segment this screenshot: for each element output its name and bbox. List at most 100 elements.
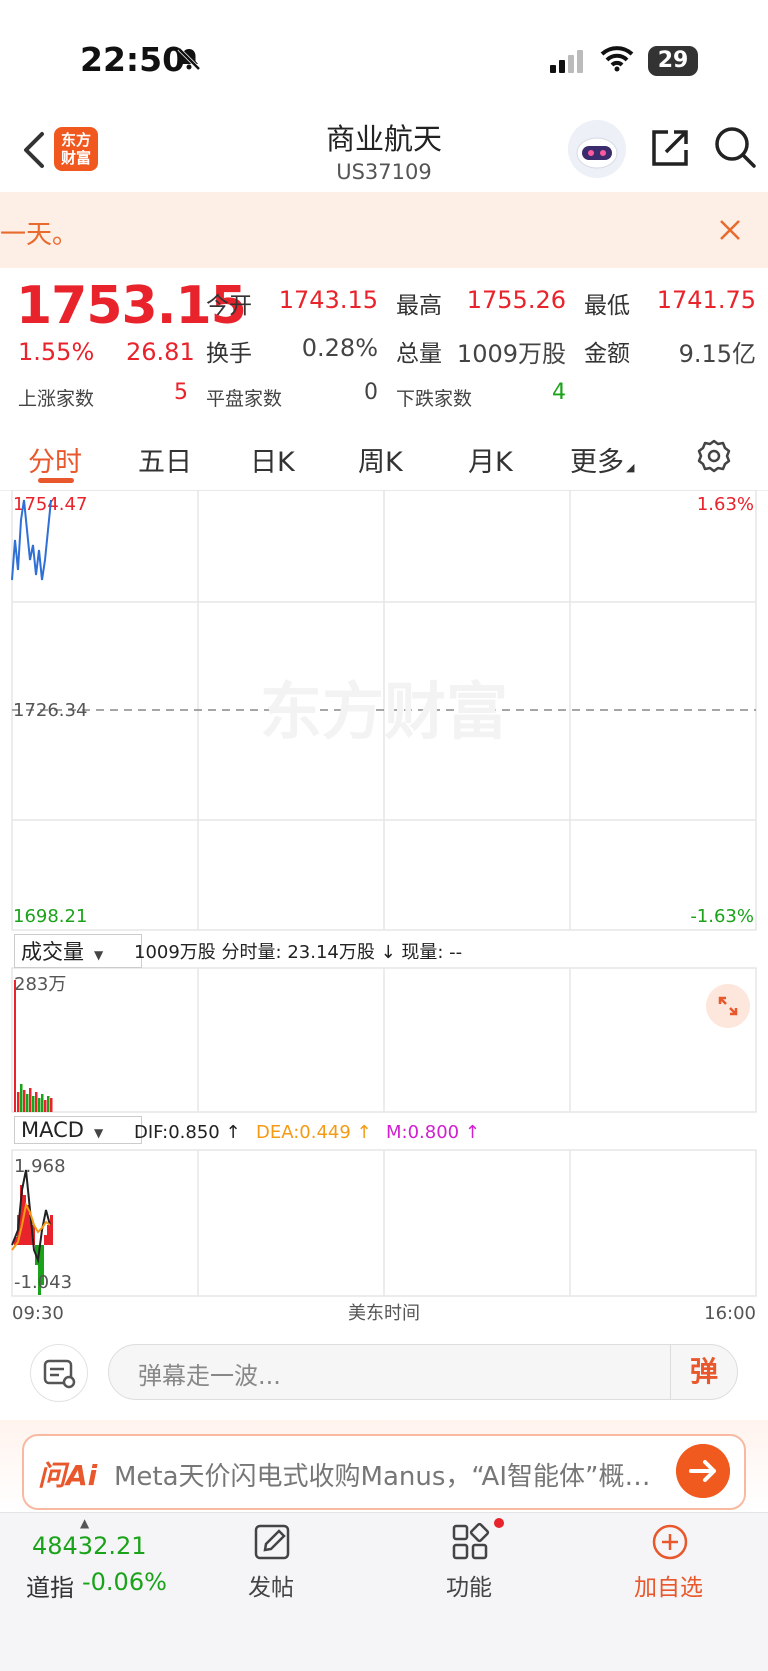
gear-icon[interactable] [696, 438, 732, 474]
macd-m-value: M:0.800 ↑ [386, 1122, 480, 1143]
tab-five-day[interactable]: 五日 [138, 440, 192, 479]
volume-indicator-selector[interactable]: 成交量 ▼ [14, 934, 142, 968]
high-value: 1755.26 [466, 286, 566, 314]
volume-max-label: 283万 [14, 974, 66, 995]
index-value[interactable]: 48432.21 [32, 1532, 147, 1560]
nav-post[interactable]: 发帖 [248, 1568, 294, 1602]
comment-list-icon[interactable] [30, 1344, 88, 1402]
volume-bar [26, 1094, 29, 1112]
caret-up-icon: ▲ [80, 1516, 90, 1530]
notice-banner-text: 一天。 [0, 220, 79, 250]
active-tab-indicator [38, 478, 74, 483]
tab-monthly-k[interactable]: 月K [468, 440, 513, 479]
volume-bar [20, 1084, 23, 1112]
tab-intraday[interactable]: 分时 [28, 440, 82, 479]
notification-dot [494, 1518, 504, 1528]
volume-bar [35, 1092, 38, 1112]
volume-bar [14, 980, 16, 1112]
expand-icon[interactable] [706, 984, 750, 1028]
change-amount: 26.81 [126, 338, 195, 366]
notice-banner[interactable] [0, 192, 768, 268]
volume-value: 1009万股 [456, 340, 566, 368]
wifi-icon [600, 46, 634, 72]
volume-bars [14, 980, 53, 1112]
pct-bottom-label: -1.63% [690, 906, 754, 927]
edit-post-icon[interactable] [252, 1522, 292, 1562]
macd-top-label: 1.968 [14, 1156, 66, 1177]
turnover-value: 0.28% [301, 334, 378, 362]
tab-weekly-k[interactable]: 周K [358, 440, 403, 479]
intraday-chart[interactable]: 东方财富 1754.47 1.63% 1726.34 1698.21 -1.63… [0, 490, 768, 1324]
macd-dea-value: DEA:0.449 ↑ [256, 1122, 372, 1143]
amount-value: 9.15亿 [678, 340, 756, 368]
danmu-input-placeholder: 弹幕走一波... [138, 1362, 281, 1390]
danmu-toggle-button[interactable]: 弹 [670, 1344, 737, 1400]
volume-selector-label: 成交量 [21, 940, 84, 964]
dropdown-triangle-icon: ▼ [93, 1126, 104, 1140]
pct-top-label: 1.63% [697, 494, 754, 515]
unchanged-count: 0 [364, 380, 378, 405]
tab-more[interactable]: 更多 ◢ [570, 440, 634, 479]
volume-bar [47, 1096, 50, 1112]
share-icon[interactable] [648, 126, 692, 170]
macd-bar [44, 1235, 47, 1245]
macd-indicator-selector[interactable]: MACD ▼ [14, 1116, 142, 1144]
time-mid-label: 美东时间 [348, 1303, 420, 1324]
volume-bar [17, 1092, 20, 1112]
advancers-count: 5 [174, 380, 188, 405]
amount-label: 金额 [584, 341, 630, 367]
ai-logo: 问Ai [38, 1459, 98, 1492]
index-name[interactable]: 道指 [26, 1568, 74, 1603]
macd-bottom-label: -1.043 [14, 1272, 72, 1293]
advancers-label: 上涨家数 [18, 388, 95, 410]
tab-daily-k[interactable]: 日K [250, 440, 295, 479]
open-value: 1743.15 [278, 286, 378, 314]
volume-bar [29, 1088, 32, 1112]
volume-bar [50, 1098, 53, 1112]
bell-muted-icon [177, 47, 201, 71]
decliners-label: 下跌家数 [396, 388, 473, 410]
volume-bar [38, 1098, 41, 1112]
price-bottom-label: 1698.21 [13, 906, 87, 927]
high-label: 最高 [396, 293, 442, 319]
low-value: 1741.75 [656, 286, 756, 314]
decliners-count: 4 [552, 380, 566, 405]
dropdown-triangle-icon: ◢ [626, 461, 635, 474]
arrow-right-icon[interactable] [676, 1444, 730, 1498]
close-icon[interactable] [716, 216, 744, 244]
cellular-signal-icon [550, 50, 586, 73]
nav-add-watchlist[interactable]: 加自选 [634, 1568, 703, 1602]
dropdown-triangle-icon: ▼ [94, 948, 104, 962]
macd-grid [11, 1149, 757, 1297]
status-time: 22:50 [80, 40, 186, 79]
volume-bar [41, 1094, 44, 1112]
add-circle-icon[interactable] [650, 1522, 690, 1562]
grid-functions-icon[interactable] [450, 1522, 490, 1562]
macd-bar [47, 1225, 50, 1245]
search-icon[interactable] [712, 124, 758, 170]
turnover-label: 换手 [206, 341, 252, 367]
ai-assistant-avatar-icon[interactable] [568, 120, 626, 178]
tab-more-label: 更多 [570, 447, 624, 478]
time-start-label: 09:30 [12, 1303, 64, 1324]
volume-label: 总量 [396, 341, 442, 367]
ai-news-text[interactable]: Meta天价闪电式收购Manus，“AI智能体”概… [114, 1456, 669, 1493]
low-label: 最低 [584, 293, 630, 319]
nav-functions[interactable]: 功能 [446, 1568, 492, 1602]
volume-bar [32, 1096, 35, 1112]
index-change-pct[interactable]: -0.06% [82, 1568, 167, 1596]
macd-bar [50, 1215, 53, 1245]
macd-selector-label: MACD [21, 1118, 84, 1142]
volume-grid [11, 967, 757, 1113]
open-label: 今开 [206, 293, 252, 319]
volume-info: 1009万股 分时量: 23.14万股 ↓ 现量: -- [134, 942, 463, 963]
volume-bar [23, 1090, 26, 1112]
time-end-label: 16:00 [704, 1303, 756, 1324]
change-percent: 1.55% [18, 338, 95, 366]
volume-bar [44, 1100, 47, 1112]
battery-indicator: 29 [648, 46, 698, 76]
chart-watermark: 东方财富 [260, 675, 508, 748]
unchanged-label: 平盘家数 [206, 388, 283, 410]
price-mid-label: 1726.34 [13, 700, 87, 721]
macd-dif-value: DIF:0.850 ↑ [134, 1122, 241, 1143]
